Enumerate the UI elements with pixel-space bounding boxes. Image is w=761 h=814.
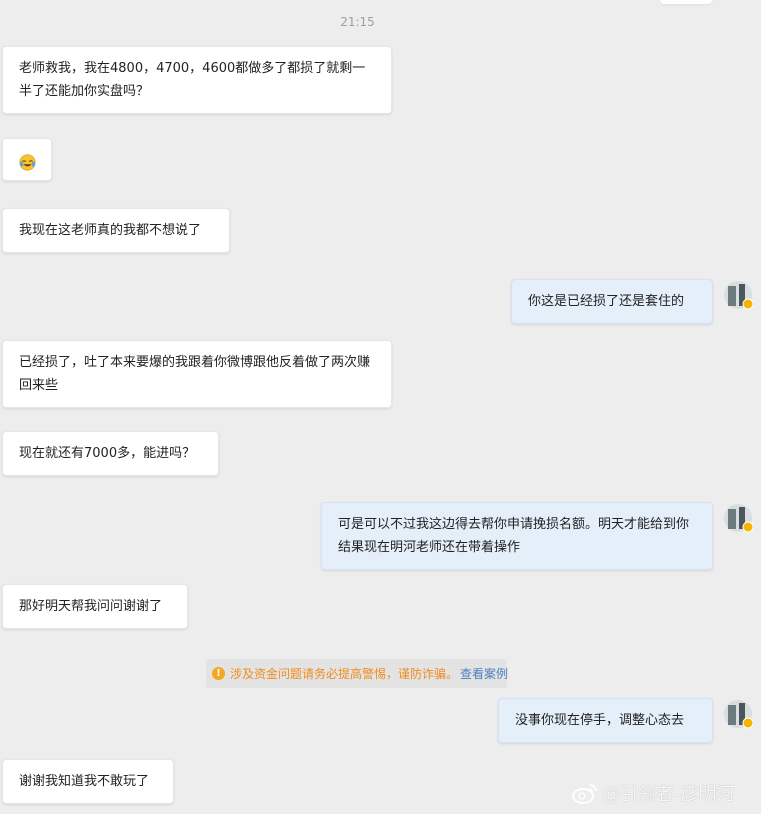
message-text: 现在就还有7000多，能进吗？ [19,446,196,461]
view-cases-link[interactable]: 查看案例 [460,665,508,682]
message-text: 那好明天帮我问问谢谢了 [19,599,163,614]
message-text: 老师救我，我在4800，4700，4600都做多了都损了就剩一半了还能加你实盘吗… [19,61,366,99]
message-incoming[interactable]: 现在就还有7000多，能进吗？ [2,431,219,476]
avatar-icon[interactable] [723,503,753,533]
message-bubble-partial [660,0,712,4]
exclamation-icon: ! [212,667,225,680]
message-incoming-emoji[interactable] [2,138,52,181]
avatar-icon[interactable] [723,699,753,729]
tears-of-joy-emoji-icon [19,154,36,171]
message-text: 没事你现在停手，调整心态去 [515,713,685,728]
message-incoming[interactable]: 那好明天帮我问问谢谢了 [2,584,188,629]
weibo-logo-icon [572,784,597,804]
message-text: 谢谢我知道我不敢玩了 [19,774,150,789]
message-outgoing[interactable]: 可是可以不过我这边得去帮你申请挽损名额。明天才能给到你结果现在明河老师还在带着操… [321,502,713,570]
chat-window: 21:15 老师救我，我在4800，4700，4600都做多了都损了就剩一半了还… [0,0,761,814]
message-text: 你这是已经损了还是套住的 [528,294,685,309]
watermark-text: @引领者-彦明河 [602,784,735,805]
avatar-icon[interactable] [723,280,753,310]
warning-text: 涉及资金问题请务必提高警惕，谨防诈骗。 [230,667,459,681]
fraud-warning-banner: ! 涉及资金问题请务必提高警惕，谨防诈骗。 查看案例 [206,659,508,688]
message-incoming[interactable]: 已经损了，吐了本来要爆的我跟着你微博跟他反着做了两次赚回来些 [2,340,392,408]
message-incoming[interactable]: 老师救我，我在4800，4700，4600都做多了都损了就剩一半了还能加你实盘吗… [2,46,392,114]
message-text: 我现在这老师真的我都不想说了 [19,223,202,238]
message-incoming[interactable]: 谢谢我知道我不敢玩了 [2,759,174,804]
message-outgoing[interactable]: 你这是已经损了还是套住的 [511,279,713,324]
message-text: 可是可以不过我这边得去帮你申请挽损名额。明天才能给到你结果现在明河老师还在带着操… [338,517,690,555]
message-text: 已经损了，吐了本来要爆的我跟着你微博跟他反着做了两次赚回来些 [19,355,371,393]
timestamp: 21:15 [340,15,375,29]
message-outgoing[interactable]: 没事你现在停手，调整心态去 [498,698,713,743]
watermark: @引领者-彦明河 [572,780,735,806]
message-incoming[interactable]: 我现在这老师真的我都不想说了 [2,208,230,253]
